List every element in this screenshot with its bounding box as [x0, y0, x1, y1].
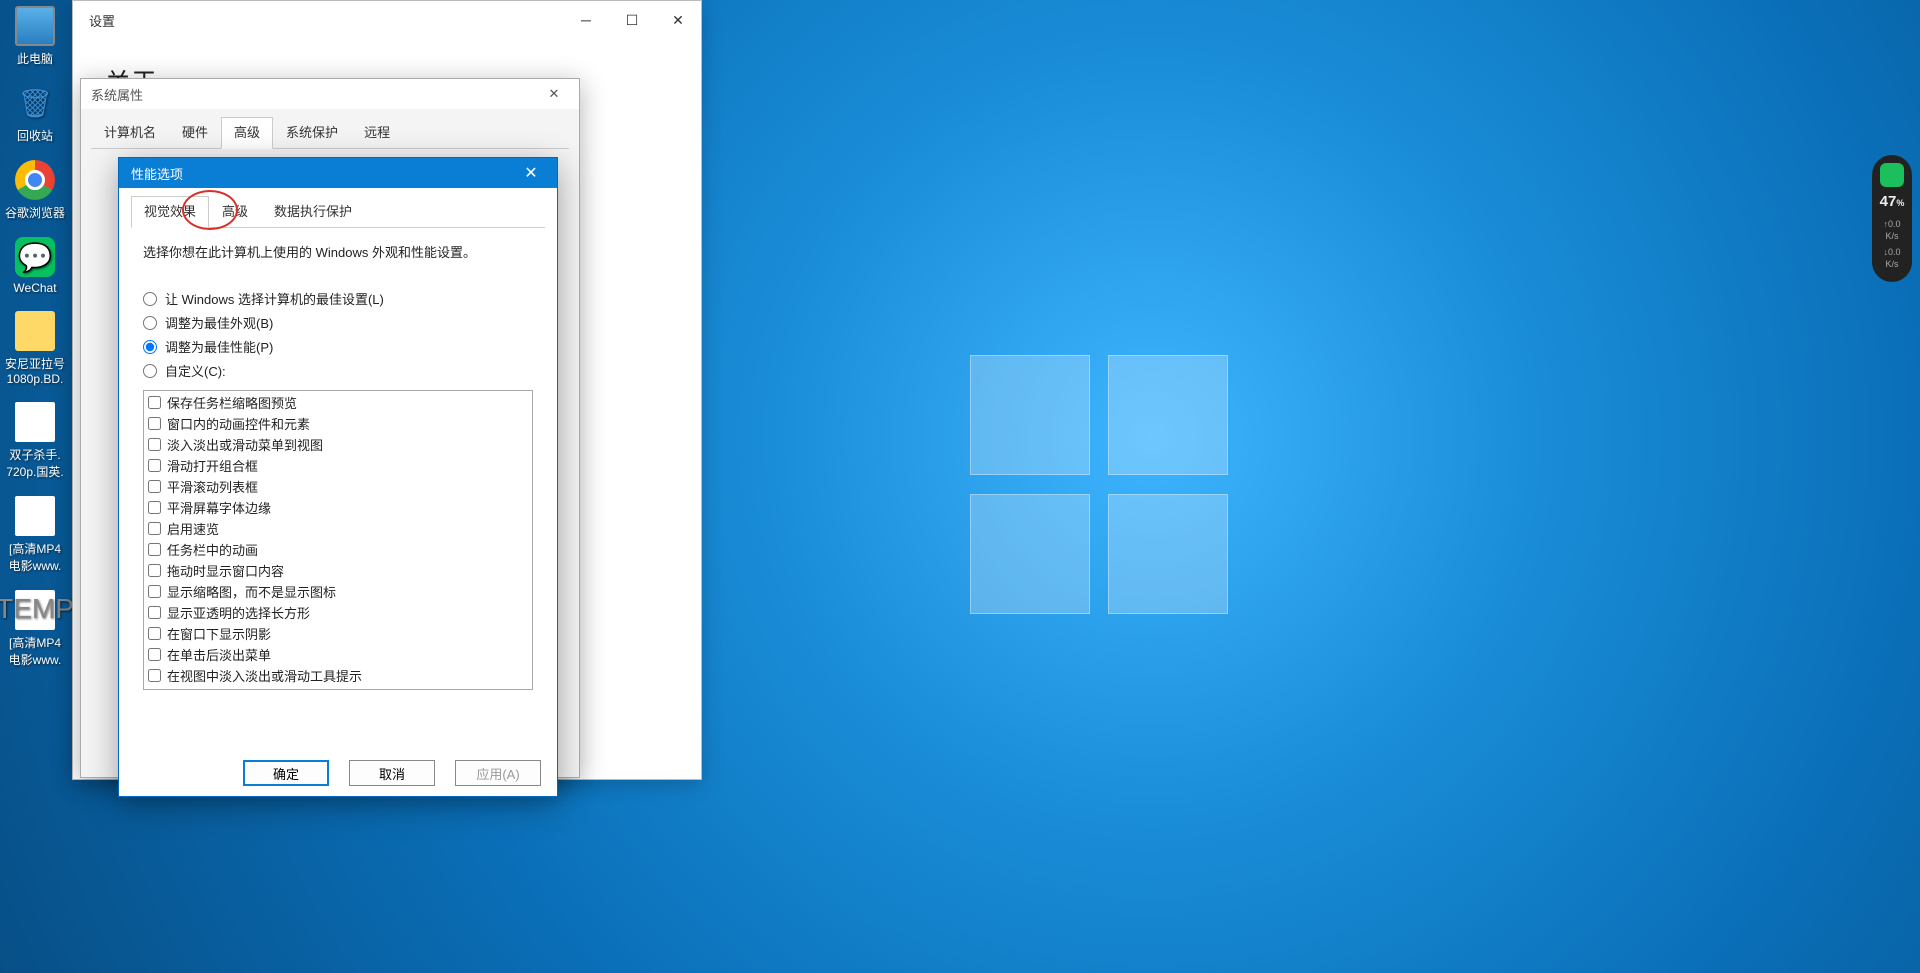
- maximize-button[interactable]: ☐: [609, 1, 655, 39]
- tab-advanced[interactable]: 高级: [221, 117, 273, 149]
- sysprop-titlebar[interactable]: 系统属性 ✕: [81, 79, 579, 109]
- sysprop-close-button[interactable]: ✕: [539, 86, 569, 102]
- perf-checkbox-7[interactable]: 任务栏中的动画: [148, 540, 528, 561]
- perf-checkbox-0[interactable]: 保存任务栏缩略图预览: [148, 393, 528, 414]
- cancel-button[interactable]: 取消: [349, 760, 435, 786]
- desktop-icon-file-2[interactable]: [高清MP4 电影www.: [0, 490, 70, 584]
- perf-checkbox-1[interactable]: 窗口内的动画控件和元素: [148, 414, 528, 435]
- perf-radio-0[interactable]: 让 Windows 选择计算机的最佳设置(L): [143, 289, 533, 308]
- perf-checkbox-12[interactable]: 在单击后淡出菜单: [148, 645, 528, 666]
- perf-title: 性能选项: [131, 164, 183, 183]
- perf-radio-1[interactable]: 调整为最佳外观(B): [143, 313, 533, 332]
- perf-tab-dep[interactable]: 数据执行保护: [261, 196, 365, 227]
- desktop-icon-file-3[interactable]: TEMP[高清MP4 电影www.: [0, 584, 70, 678]
- perf-description: 选择你想在此计算机上使用的 Windows 外观和性能设置。: [143, 242, 533, 261]
- tab-remote[interactable]: 远程: [351, 117, 403, 148]
- tab-system-protection[interactable]: 系统保护: [273, 117, 351, 148]
- shield-icon: [1880, 163, 1904, 187]
- desktop-icon-this-pc[interactable]: 此电脑: [0, 0, 70, 77]
- desktop-icon-file-1[interactable]: 双子杀手. 720p.国英.: [0, 396, 70, 490]
- minimize-button[interactable]: ─: [563, 1, 609, 39]
- perf-checkbox-14[interactable]: 在鼠标指针下显示阴影: [148, 687, 528, 690]
- perf-checkbox-8[interactable]: 拖动时显示窗口内容: [148, 561, 528, 582]
- sysprop-title: 系统属性: [91, 85, 143, 104]
- perf-radio-2[interactable]: 调整为最佳性能(P): [143, 337, 533, 356]
- desktop-icons: 此电脑 🗑回收站 谷歌浏览器 💬WeChat 安尼亚拉号 1080p.BD. 双…: [0, 0, 70, 678]
- perf-tab-visual[interactable]: 视觉效果: [131, 196, 209, 228]
- ok-button[interactable]: 确定: [243, 760, 329, 786]
- sysprop-tabs: 计算机名 硬件 高级 系统保护 远程: [91, 117, 569, 149]
- perf-checkbox-2[interactable]: 淡入淡出或滑动菜单到视图: [148, 435, 528, 456]
- desktop-icon-recycle-bin[interactable]: 🗑回收站: [0, 77, 70, 154]
- perf-checkbox-3[interactable]: 滑动打开组合框: [148, 456, 528, 477]
- desktop-icon-folder-1[interactable]: 安尼亚拉号 1080p.BD.: [0, 305, 70, 396]
- performance-options-dialog: 性能选项 ✕ 视觉效果 高级 数据执行保护 选择你想在此计算机上使用的 Wind…: [118, 157, 558, 797]
- network-speed-widget[interactable]: 47% ↑0.0K/s ↓0.0K/s: [1872, 155, 1912, 282]
- perf-checkbox-9[interactable]: 显示缩略图，而不是显示图标: [148, 582, 528, 603]
- perf-checkbox-10[interactable]: 显示亚透明的选择长方形: [148, 603, 528, 624]
- tab-computer-name[interactable]: 计算机名: [91, 117, 169, 148]
- perf-checkbox-6[interactable]: 启用速览: [148, 519, 528, 540]
- perf-titlebar[interactable]: 性能选项 ✕: [119, 158, 557, 188]
- perf-tab-advanced[interactable]: 高级: [209, 196, 261, 227]
- perf-checkbox-4[interactable]: 平滑滚动列表框: [148, 477, 528, 498]
- close-button[interactable]: ✕: [655, 1, 701, 39]
- desktop-icon-chrome[interactable]: 谷歌浏览器: [0, 154, 70, 231]
- apply-button[interactable]: 应用(A): [455, 760, 541, 786]
- desktop-wallpaper-logo: [970, 355, 1230, 615]
- perf-checkbox-5[interactable]: 平滑屏幕字体边缘: [148, 498, 528, 519]
- perf-close-button[interactable]: ✕: [517, 163, 545, 183]
- settings-title: 设置: [89, 11, 115, 30]
- settings-titlebar[interactable]: 设置 ─ ☐ ✕: [73, 1, 701, 39]
- desktop-icon-wechat[interactable]: 💬WeChat: [0, 231, 70, 305]
- perf-radio-3[interactable]: 自定义(C):: [143, 361, 533, 380]
- perf-effects-list[interactable]: 保存任务栏缩略图预览窗口内的动画控件和元素淡入淡出或滑动菜单到视图滑动打开组合框…: [143, 390, 533, 690]
- perf-checkbox-13[interactable]: 在视图中淡入淡出或滑动工具提示: [148, 666, 528, 687]
- perf-checkbox-11[interactable]: 在窗口下显示阴影: [148, 624, 528, 645]
- perf-tabs: 视觉效果 高级 数据执行保护: [131, 196, 545, 228]
- tab-hardware[interactable]: 硬件: [169, 117, 221, 148]
